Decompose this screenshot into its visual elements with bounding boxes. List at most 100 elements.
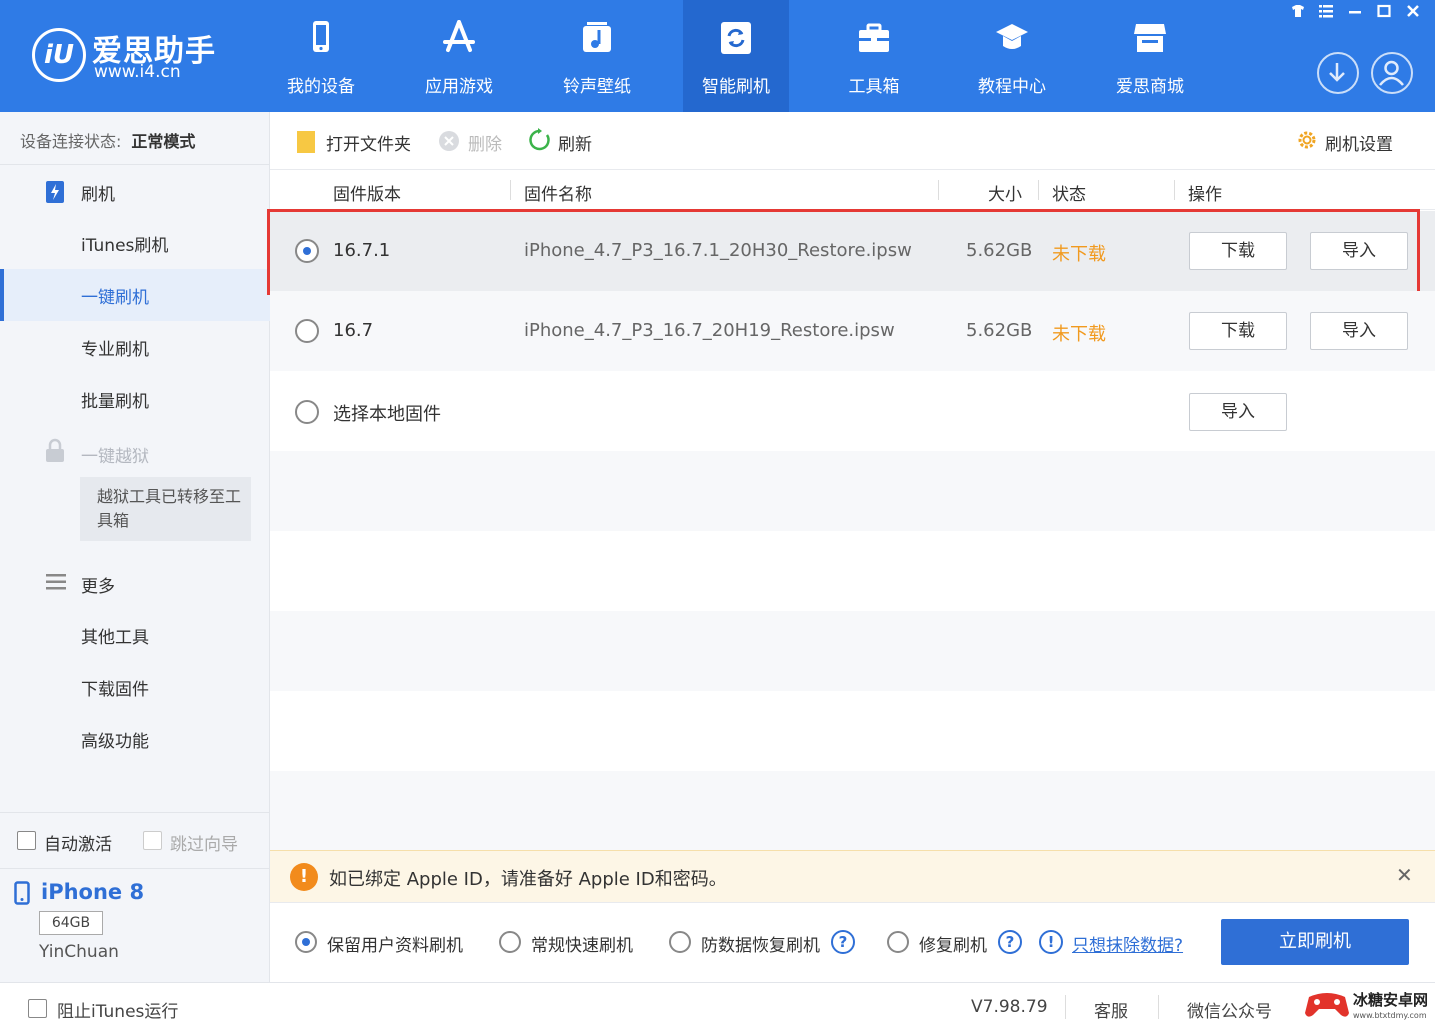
empty-row xyxy=(270,611,1435,691)
nav-label: 铃声壁纸 xyxy=(563,77,631,97)
delete-label: 删除 xyxy=(468,135,502,155)
download-button[interactable]: 下载 xyxy=(1189,232,1287,270)
col-separator xyxy=(938,180,939,200)
toolbar: 打开文件夹 删除 刷新 刷机设置 xyxy=(270,112,1435,170)
close-icon[interactable] xyxy=(1401,0,1425,22)
customer-service-link[interactable]: 客服 xyxy=(1094,997,1128,1022)
import-button[interactable]: 导入 xyxy=(1310,232,1408,270)
table-row[interactable]: 16.7 iPhone_4.7_P3_16.7_20H19_Restore.ip… xyxy=(270,291,1435,371)
sidebar-item-other-tools[interactable]: 其他工具 xyxy=(0,609,270,661)
minimize-icon[interactable] xyxy=(1343,0,1367,22)
auto-activate-checkbox[interactable] xyxy=(17,831,36,850)
device-name[interactable]: iPhone 8 xyxy=(41,880,144,904)
table-row[interactable]: 16.7.1 iPhone_4.7_P3_16.7.1_20H30_Restor… xyxy=(270,211,1435,291)
flash-settings-label: 刷机设置 xyxy=(1325,135,1393,155)
download-icon xyxy=(1329,63,1345,82)
import-button[interactable]: 导入 xyxy=(1310,312,1408,350)
empty-row xyxy=(270,771,1435,850)
block-itunes-checkbox[interactable] xyxy=(28,999,47,1018)
firmware-version: 16.7 xyxy=(333,320,374,341)
nav-my-device[interactable]: 我的设备 xyxy=(268,0,374,112)
nav-apps-games[interactable]: 应用游戏 xyxy=(406,0,512,112)
empty-row xyxy=(270,451,1435,531)
nav-label: 应用游戏 xyxy=(425,77,493,97)
app-version: V7.98.79 xyxy=(971,997,1048,1017)
refresh-label: 刷新 xyxy=(558,135,592,155)
maximize-icon[interactable] xyxy=(1372,0,1396,22)
graduation-cap-icon xyxy=(996,24,1028,49)
help-icon[interactable]: ? xyxy=(831,930,855,954)
col-separator xyxy=(510,180,511,200)
gamepad-icon xyxy=(1305,993,1349,1017)
list-icon[interactable] xyxy=(1314,0,1338,22)
firmware-size: 5.62GB xyxy=(966,240,1033,261)
logo-url: www.i4.cn xyxy=(94,62,181,82)
mode-quick-radio[interactable] xyxy=(499,931,521,953)
download-manager-button[interactable] xyxy=(1317,52,1359,94)
sidebar-item-advanced[interactable]: 高级功能 xyxy=(0,713,270,765)
sidebar-item-one-click-flash[interactable]: 一键刷机 xyxy=(0,269,270,321)
nav-store[interactable]: 爱思商城 xyxy=(1097,0,1203,112)
col-header-status: 状态 xyxy=(1052,185,1086,205)
table-header: 固件版本 固件名称 大小 状态 操作 xyxy=(270,170,1435,210)
local-firmware-label: 选择本地固件 xyxy=(333,404,441,425)
folder-icon xyxy=(297,131,315,153)
device-phone-icon xyxy=(14,881,30,905)
warning-close-icon[interactable]: ✕ xyxy=(1396,863,1413,887)
import-local-button[interactable]: 导入 xyxy=(1189,393,1287,431)
col-separator xyxy=(1038,180,1039,200)
col-header-version: 固件版本 xyxy=(333,185,401,205)
firmware-version: 16.7.1 xyxy=(333,240,391,261)
flash-now-button[interactable]: 立即刷机 xyxy=(1221,919,1409,965)
apple-id-warning: ! 如已绑定 Apple ID，请准备好 Apple ID和密码。 ✕ xyxy=(270,850,1435,902)
toolbox-icon xyxy=(859,23,889,52)
auto-activate-label: 自动激活 xyxy=(44,835,112,855)
firmware-select-radio[interactable] xyxy=(295,239,319,263)
info-icon: ! xyxy=(1039,930,1063,954)
connection-status: 设备连接状态: 正常模式 xyxy=(0,112,270,165)
sidebar-item-batch-flash[interactable]: 批量刷机 xyxy=(0,373,270,425)
mode-anti-recovery-radio[interactable] xyxy=(669,931,691,953)
firmware-size: 5.62GB xyxy=(966,320,1033,341)
nav-ringtones[interactable]: 铃声壁纸 xyxy=(544,0,650,112)
nav-smart-flash[interactable]: 智能刷机 xyxy=(683,0,789,112)
mode-keep-data-label: 保留用户资料刷机 xyxy=(327,936,463,956)
sidebar-group-label: 一键越狱 xyxy=(81,447,149,467)
logo-mark: iU xyxy=(32,28,86,82)
mode-keep-data-radio[interactable] xyxy=(295,931,317,953)
store-icon xyxy=(1134,24,1166,52)
watermark-url: www.btxtdmy.com xyxy=(1353,1011,1427,1020)
phone-icon xyxy=(313,21,329,52)
erase-data-link[interactable]: 只想抹除数据? xyxy=(1072,931,1183,956)
help-icon[interactable]: ? xyxy=(998,930,1022,954)
nav-label: 工具箱 xyxy=(848,77,900,97)
divider xyxy=(1065,995,1066,1019)
sidebar-item-pro-flash[interactable]: 专业刷机 xyxy=(0,321,270,373)
app-logo[interactable]: iU 爱思助手 www.i4.cn xyxy=(32,26,232,86)
table-row-local-firmware[interactable]: 选择本地固件 导入 xyxy=(270,371,1435,451)
nav-toolbox[interactable]: 工具箱 xyxy=(821,0,927,112)
sidebar: 设备连接状态: 正常模式 刷机 iTunes刷机 一键刷机 专业刷机 批量刷机 一… xyxy=(0,112,270,982)
block-itunes-label: 阻止iTunes运行 xyxy=(57,1002,179,1022)
mode-repair-radio[interactable] xyxy=(887,931,909,953)
refresh-box-icon xyxy=(721,22,751,54)
skip-guide-checkbox[interactable] xyxy=(143,831,162,850)
user-account-button[interactable] xyxy=(1371,52,1413,94)
firmware-select-radio[interactable] xyxy=(295,319,319,343)
warning-icon: ! xyxy=(290,863,318,891)
local-firmware-radio[interactable] xyxy=(295,400,319,424)
download-button[interactable]: 下载 xyxy=(1189,312,1287,350)
empty-row xyxy=(270,691,1435,771)
sidebar-group-label: 刷机 xyxy=(81,185,115,205)
flash-mode-options: 保留用户资料刷机 常规快速刷机 防数据恢复刷机 ? 修复刷机 ? ! 只想抹除数… xyxy=(270,902,1435,982)
sidebar-item-download-firmware[interactable]: 下载固件 xyxy=(0,661,270,713)
shirt-icon[interactable] xyxy=(1286,0,1310,22)
connection-status-value: 正常模式 xyxy=(131,132,196,151)
nav-tutorials[interactable]: 教程中心 xyxy=(959,0,1065,112)
warning-text: 如已绑定 Apple ID，请准备好 Apple ID和密码。 xyxy=(329,869,727,890)
col-header-name: 固件名称 xyxy=(524,185,592,205)
delete-icon xyxy=(439,131,459,151)
wechat-link[interactable]: 微信公众号 xyxy=(1187,997,1272,1022)
sidebar-item-itunes-flash[interactable]: iTunes刷机 xyxy=(0,217,270,269)
divider xyxy=(1158,995,1159,1019)
